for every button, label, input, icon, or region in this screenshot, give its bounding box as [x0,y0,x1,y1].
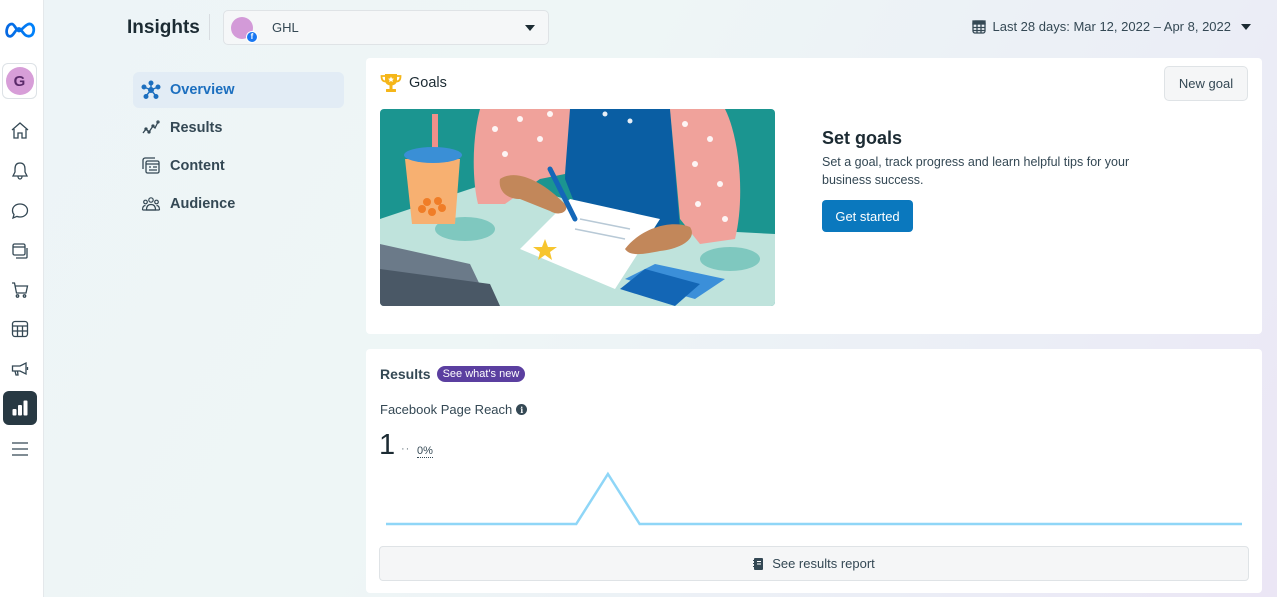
date-range-label: Last 28 days: Mar 12, 2022 – Apr 8, 2022 [992,19,1232,34]
reach-data-point[interactable] [824,518,836,530]
reach-sparkline [380,468,1248,530]
cart-icon [12,282,29,298]
subnav-label: Content [170,158,225,174]
reach-data-point[interactable] [919,518,931,530]
reach-data-point[interactable] [475,518,487,530]
network-icon [141,80,161,99]
megaphone-icon [11,361,29,376]
chevron-down-icon [525,25,535,31]
people-icon [141,197,161,211]
account-selector[interactable]: f GHL [223,10,549,45]
meta-logo[interactable] [5,18,37,42]
see-results-report-button[interactable]: See results report [379,546,1249,581]
reach-data-point[interactable] [443,518,455,530]
rail-menu[interactable] [3,432,37,466]
trophy-icon [380,74,402,92]
subnav-item-content[interactable]: Content [133,148,344,184]
page-title: Insights [127,17,200,38]
set-goals-heading: Set goals [822,128,903,148]
set-goals-description: Set a goal, track progress and learn hel… [822,155,1130,187]
trend-line-icon [142,120,160,134]
reach-data-point[interactable] [570,518,582,530]
reach-data-point[interactable] [982,518,994,530]
reach-data-point[interactable] [634,518,646,530]
get-started-button[interactable]: Get started [822,200,913,232]
left-rail: G [0,0,44,597]
table-icon [11,320,29,338]
insights-subnav: Overview Results Content Audience [133,72,344,224]
reach-data-point[interactable] [412,518,424,530]
subnav-item-results[interactable]: Results [133,110,344,146]
reach-data-point[interactable] [887,518,899,530]
rail-content[interactable] [3,234,37,268]
reach-data-point[interactable] [760,518,772,530]
chat-bubble-icon [11,203,29,220]
goals-card: Goals New goal Set goals Set a goal, tra… [366,58,1262,334]
date-range-picker[interactable]: Last 28 days: Mar 12, 2022 – Apr 8, 2022 [971,19,1251,34]
goals-title: Goals [409,75,447,91]
account-switcher[interactable]: G [2,63,37,99]
reach-data-point[interactable] [1173,518,1185,530]
reach-data-point[interactable] [1109,518,1121,530]
subnav-label: Overview [170,82,235,98]
reach-data-point[interactable] [856,518,868,530]
chevron-down-icon [1241,23,1251,30]
goals-illustration [380,109,775,306]
reach-data-point[interactable] [539,518,551,530]
metric-separator: ·· [401,443,411,455]
bell-icon [11,162,29,180]
results-title: Results [380,366,431,382]
subnav-label: Audience [170,196,236,212]
reach-data-point[interactable] [697,518,709,530]
avatar: G [5,67,34,95]
subnav-item-overview[interactable]: Overview [133,72,344,108]
reach-data-point[interactable] [951,518,963,530]
set-goals-panel: Set goals Set a goal, track progress and… [822,128,1162,232]
title-divider [209,14,210,40]
rail-notifications[interactable] [3,154,37,188]
calendar-icon [971,19,986,34]
subnav-label: Results [170,120,223,136]
reach-data-point[interactable] [792,518,804,530]
results-card: Results See what's new Facebook Page Rea… [366,349,1262,593]
metric-value: 1 [379,429,396,461]
stacked-pages-icon [12,243,28,259]
metric-label: Facebook Page Reach i [380,402,528,417]
rail-insights[interactable] [3,391,37,425]
account-name: GHL [272,20,299,35]
rail-home[interactable] [3,114,37,148]
rail-inbox[interactable] [3,194,37,228]
bar-chart-icon [12,400,28,416]
reach-data-point[interactable] [665,518,677,530]
metric-name: Facebook Page Reach [380,402,513,417]
reach-data-point[interactable] [380,518,392,530]
info-icon[interactable]: i [516,404,528,415]
metric-change[interactable]: 0% [417,445,433,458]
results-header: Results See what's new [380,366,526,382]
subnav-item-audience[interactable]: Audience [133,186,344,222]
rail-planner[interactable] [3,312,37,346]
report-book-icon [753,557,764,570]
hamburger-icon [12,442,28,456]
reach-data-point[interactable] [729,518,741,530]
facebook-icon: f [246,30,258,43]
new-goal-button[interactable]: New goal [1164,66,1248,101]
rail-commerce[interactable] [3,273,37,307]
reach-data-point[interactable] [1141,518,1153,530]
goals-header: Goals [380,73,447,93]
reach-data-point[interactable] [1236,518,1248,530]
account-avatar: f [231,16,258,43]
rail-ads[interactable] [3,352,37,386]
reach-data-point[interactable] [1014,518,1026,530]
reach-data-point[interactable] [1046,518,1058,530]
whats-new-badge[interactable]: See what's new [436,366,526,382]
content-cards-icon [142,157,160,174]
report-button-label: See results report [772,556,875,571]
reach-data-point[interactable] [1077,518,1089,530]
reach-series-line [386,471,1242,526]
reach-data-point[interactable] [602,468,614,480]
reach-data-point[interactable] [1204,518,1216,530]
home-icon [11,122,29,139]
reach-data-point[interactable] [507,518,519,530]
